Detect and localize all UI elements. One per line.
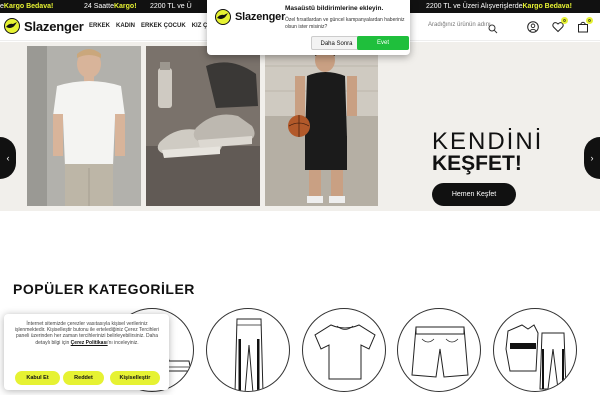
- cookie-accept-button[interactable]: Kabul Et: [15, 371, 60, 385]
- popup-description: Özel fırsatlardan ve güncel kampanyalard…: [285, 17, 405, 30]
- popup-brand-logo: Slazenger: [215, 9, 285, 25]
- category-shorts[interactable]: [397, 308, 481, 392]
- hero-image-sneakers: [146, 46, 260, 206]
- carousel-next-arrow-icon[interactable]: ›: [584, 137, 600, 179]
- cart-bag-icon[interactable]: 0: [577, 17, 593, 38]
- ticker-item: 2200 TL ve Üzeri Alışverişlerde Kargo Be…: [426, 3, 572, 10]
- hero-title-line2: KEŞFET!: [432, 152, 522, 175]
- brand-name: Slazenger: [24, 18, 84, 34]
- wishlist-count-badge: 0: [561, 17, 568, 24]
- popup-later-button[interactable]: Daha Sonra: [311, 36, 362, 50]
- wishlist-heart-icon[interactable]: 0: [552, 17, 568, 38]
- category-pants[interactable]: [206, 308, 290, 392]
- main-nav: ERKEK KADIN ERKEK ÇOCUK KIZ Ç: [89, 23, 207, 29]
- slazenger-panther-icon: [4, 18, 20, 34]
- section-title-popular-categories: POPÜLER KATEGORİLER: [13, 281, 195, 297]
- user-account-icon[interactable]: [527, 20, 539, 38]
- category-tracksuits[interactable]: [493, 308, 577, 392]
- nav-item-kadin[interactable]: KADIN: [116, 23, 135, 29]
- ticker-item: e Kargo Bedava!: [0, 3, 54, 10]
- search-icon[interactable]: [488, 21, 498, 39]
- cookie-customize-button[interactable]: Kişiselleştir: [110, 371, 160, 385]
- notification-permission-popup: Slazenger Masaüstü bildirimlerine ekleyi…: [207, 0, 410, 55]
- ticker-item: 2200 TL ve Ü: [150, 3, 192, 10]
- cookie-consent-banner: İnternet sitemizde çerezler vasıtasıyla …: [4, 314, 169, 390]
- nav-item-erkek[interactable]: ERKEK: [89, 23, 110, 29]
- hero-image-man-basketball: [265, 46, 378, 206]
- cookie-reject-button[interactable]: Reddet: [63, 371, 104, 385]
- hero-image-man-tshirt: [27, 46, 141, 206]
- search-input[interactable]: Aradığınız ürünün adını: [428, 22, 491, 28]
- category-tshirts[interactable]: [302, 308, 386, 392]
- nav-item-erkek-cocuk[interactable]: ERKEK ÇOCUK: [141, 23, 186, 29]
- cookie-policy-link[interactable]: Çerez Politikası: [71, 340, 108, 346]
- brand-logo[interactable]: Slazenger: [4, 18, 84, 34]
- popup-accept-button[interactable]: Evet: [357, 36, 409, 50]
- cart-count-badge: 0: [586, 17, 593, 24]
- hero-cta-button[interactable]: Hemen Keşfet: [432, 183, 516, 206]
- popup-brand-name: Slazenger: [235, 11, 286, 23]
- slazenger-panther-icon: [215, 9, 231, 25]
- popup-title: Masaüstü bildirimlerine ekleyin.: [285, 5, 384, 12]
- nav-item-kiz-cocuk[interactable]: KIZ Ç: [192, 23, 208, 29]
- ticker-item: 24 Saatte Kargo!: [84, 3, 137, 10]
- hero-banner[interactable]: KENDİNİ KEŞFET! Hemen Keşfet: [0, 42, 600, 211]
- cookie-text: İnternet sitemizde çerezler vasıtasıyla …: [14, 321, 160, 346]
